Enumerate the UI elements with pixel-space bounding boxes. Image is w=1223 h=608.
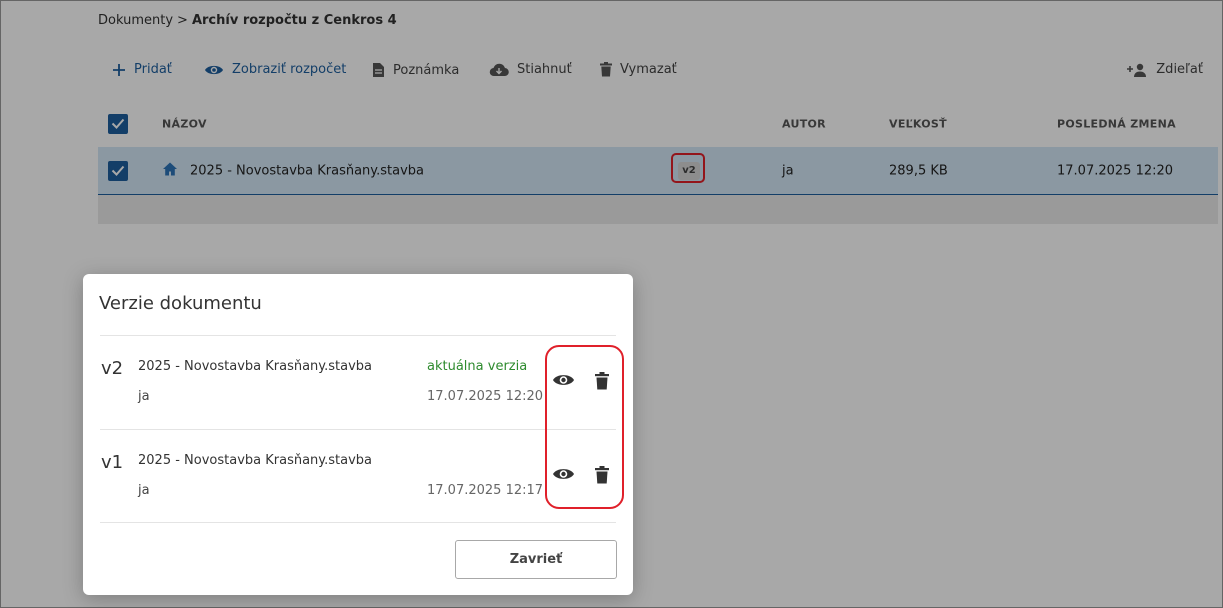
dialog-title: Verzie dokumentu (99, 293, 262, 314)
version-number: v2 (101, 358, 124, 379)
versions-dialog: Verzie dokumentu v2 2025 - Novostavba Kr… (83, 274, 633, 595)
version-filename: 2025 - Novostavba Krasňany.stavba (138, 453, 373, 468)
close-button[interactable]: Zavrieť (455, 540, 617, 579)
version-number: v1 (101, 452, 124, 473)
version-date: 17.07.2025 12:20 (427, 389, 544, 404)
version-filename: 2025 - Novostavba Krasňany.stavba (138, 359, 373, 374)
version-author: ja (138, 389, 150, 404)
divider (100, 522, 616, 523)
actions-highlight (545, 345, 624, 509)
version-date: 17.07.2025 12:17 (427, 483, 544, 498)
version-status: aktuálna verzia (427, 359, 528, 374)
version-author: ja (138, 483, 150, 498)
